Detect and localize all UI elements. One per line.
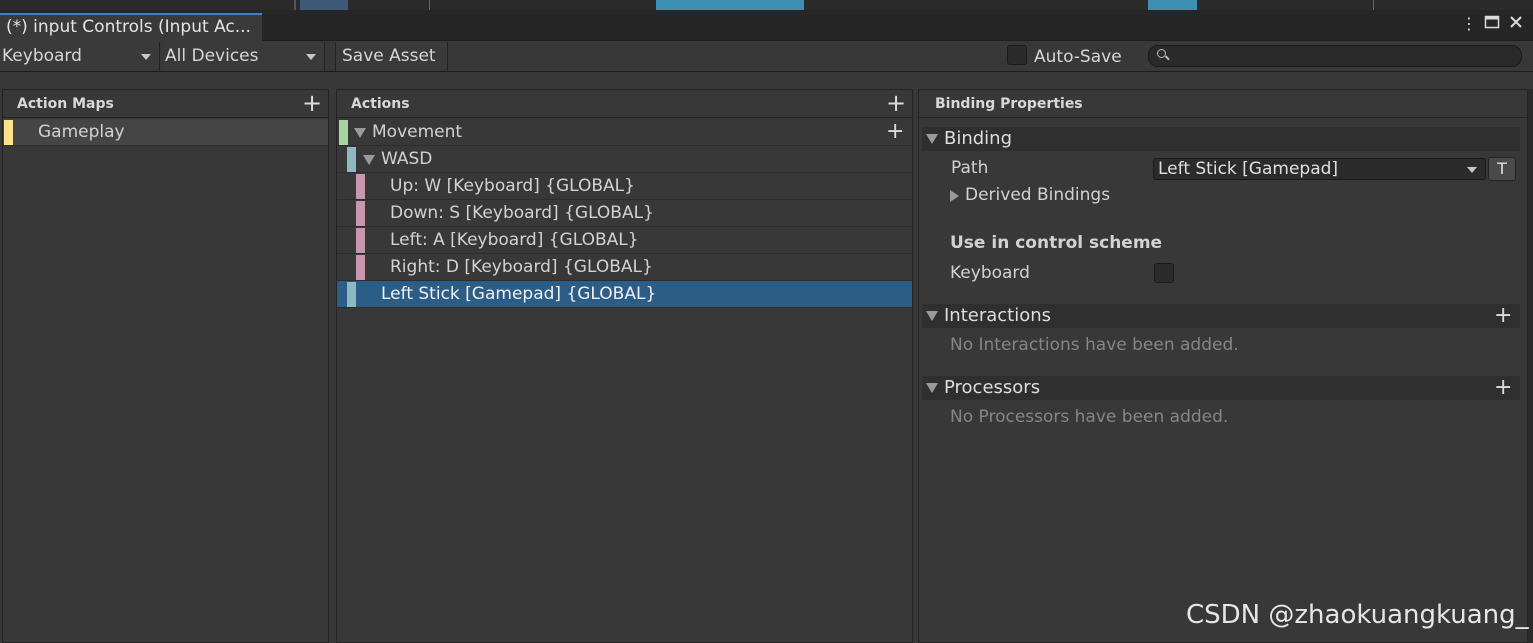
binding-label: Left Stick [Gamepad] {GLOBAL} xyxy=(381,284,657,304)
window-tab[interactable]: (*) input Controls (Input Ac... xyxy=(0,13,262,41)
composite-color-bar xyxy=(347,147,356,172)
search-input[interactable] xyxy=(1148,45,1522,67)
binding-properties-header: Binding Properties xyxy=(919,90,1527,118)
derived-bindings-label: Derived Bindings xyxy=(965,185,1111,205)
devices-dropdown[interactable]: All Devices xyxy=(163,42,325,71)
processors-section-title: Processors xyxy=(944,377,1041,398)
composite-label: WASD xyxy=(381,149,433,169)
processors-empty-text: No Processors have been added. xyxy=(950,407,1229,427)
save-asset-button[interactable]: Save Asset xyxy=(335,42,448,71)
chevron-down-icon xyxy=(306,54,316,60)
foldout-arrow-icon xyxy=(926,383,938,393)
action-map-item[interactable]: Gameplay xyxy=(3,119,328,146)
tab-bar: (*) input Controls (Input Ac... xyxy=(0,10,1533,41)
binding-section-title: Binding xyxy=(944,128,1013,149)
binding-section-header[interactable]: Binding xyxy=(922,127,1520,151)
binding-part-row[interactable]: Up: W [Keyboard] {GLOBAL} xyxy=(337,173,912,200)
part-color-bar xyxy=(356,174,365,199)
kebab-menu-icon[interactable]: ⋮ xyxy=(1461,14,1477,34)
scheme-keyboard-label: Keyboard xyxy=(950,263,1030,283)
actions-title: Actions xyxy=(351,96,410,112)
control-scheme-heading: Use in control scheme xyxy=(950,233,1163,253)
add-interaction-icon[interactable]: + xyxy=(1494,305,1512,327)
control-scheme-dropdown[interactable]: Keyboard xyxy=(0,42,160,71)
interactions-section-header[interactable]: Interactions + xyxy=(922,304,1520,328)
foldout-arrow-icon xyxy=(926,134,938,144)
devices-value: All Devices xyxy=(165,46,259,66)
interactions-section-title: Interactions xyxy=(944,305,1052,326)
search-icon xyxy=(1157,49,1166,58)
path-label: Path xyxy=(951,158,989,178)
part-color-bar xyxy=(356,255,365,280)
foldout-arrow-icon xyxy=(926,311,938,321)
binding-part-row[interactable]: Right: D [Keyboard] {GLOBAL} xyxy=(337,254,912,281)
actions-panel: Actions + Movement + WASD Up: W [Keyboar… xyxy=(336,89,913,643)
action-map-color-bar xyxy=(4,120,13,145)
action-color-bar xyxy=(339,120,348,145)
expand-arrow-icon[interactable] xyxy=(354,128,366,138)
binding-row-selected[interactable]: Left Stick [Gamepad] {GLOBAL} xyxy=(337,281,912,308)
path-value: Left Stick [Gamepad] xyxy=(1158,159,1339,179)
binding-part-label: Up: W [Keyboard] {GLOBAL} xyxy=(390,176,635,196)
binding-part-row[interactable]: Down: S [Keyboard] {GLOBAL} xyxy=(337,200,912,227)
path-dropdown[interactable]: Left Stick [Gamepad] xyxy=(1153,158,1486,180)
action-maps-panel: Action Maps + Gameplay xyxy=(2,89,329,643)
background-strip xyxy=(0,0,1533,10)
processors-section-header[interactable]: Processors + xyxy=(922,376,1520,400)
composite-row-wasd[interactable]: WASD xyxy=(337,146,912,173)
action-map-label: Gameplay xyxy=(38,122,125,142)
binding-color-bar xyxy=(347,282,356,307)
action-label: Movement xyxy=(372,122,463,142)
close-icon[interactable] xyxy=(1508,14,1524,34)
actions-header: Actions xyxy=(337,90,912,118)
part-color-bar xyxy=(356,228,365,253)
derived-bindings-foldout[interactable]: Derived Bindings xyxy=(948,185,1148,207)
add-action-map-icon[interactable]: + xyxy=(302,91,322,115)
auto-save-checkbox[interactable] xyxy=(1007,45,1027,65)
chevron-down-icon xyxy=(141,54,151,60)
auto-save-label: Auto-Save xyxy=(1034,47,1122,67)
text-mode-button[interactable]: T xyxy=(1488,157,1516,181)
vertical-scrollbar[interactable] xyxy=(1528,89,1533,643)
add-processor-icon[interactable]: + xyxy=(1494,377,1512,399)
add-action-icon[interactable]: + xyxy=(886,91,906,115)
chevron-down-icon xyxy=(1467,167,1477,173)
action-row-movement[interactable]: Movement + xyxy=(337,119,912,146)
add-binding-icon[interactable]: + xyxy=(886,121,904,143)
binding-part-row[interactable]: Left: A [Keyboard] {GLOBAL} xyxy=(337,227,912,254)
interactions-empty-text: No Interactions have been added. xyxy=(950,335,1239,355)
control-scheme-value: Keyboard xyxy=(2,46,82,66)
action-maps-title: Action Maps xyxy=(17,96,114,112)
maximize-icon[interactable] xyxy=(1484,14,1500,34)
binding-part-label: Down: S [Keyboard] {GLOBAL} xyxy=(390,203,654,223)
scheme-keyboard-checkbox[interactable] xyxy=(1154,263,1174,283)
part-color-bar xyxy=(356,201,365,226)
foldout-arrow-icon xyxy=(950,190,959,202)
expand-arrow-icon[interactable] xyxy=(363,155,375,165)
watermark: CSDN @zhaokuangkuang_ xyxy=(1186,600,1529,630)
binding-properties-title: Binding Properties xyxy=(935,96,1083,112)
binding-part-label: Right: D [Keyboard] {GLOBAL} xyxy=(390,257,653,277)
binding-part-label: Left: A [Keyboard] {GLOBAL} xyxy=(390,230,639,250)
action-maps-header: Action Maps xyxy=(3,90,328,118)
